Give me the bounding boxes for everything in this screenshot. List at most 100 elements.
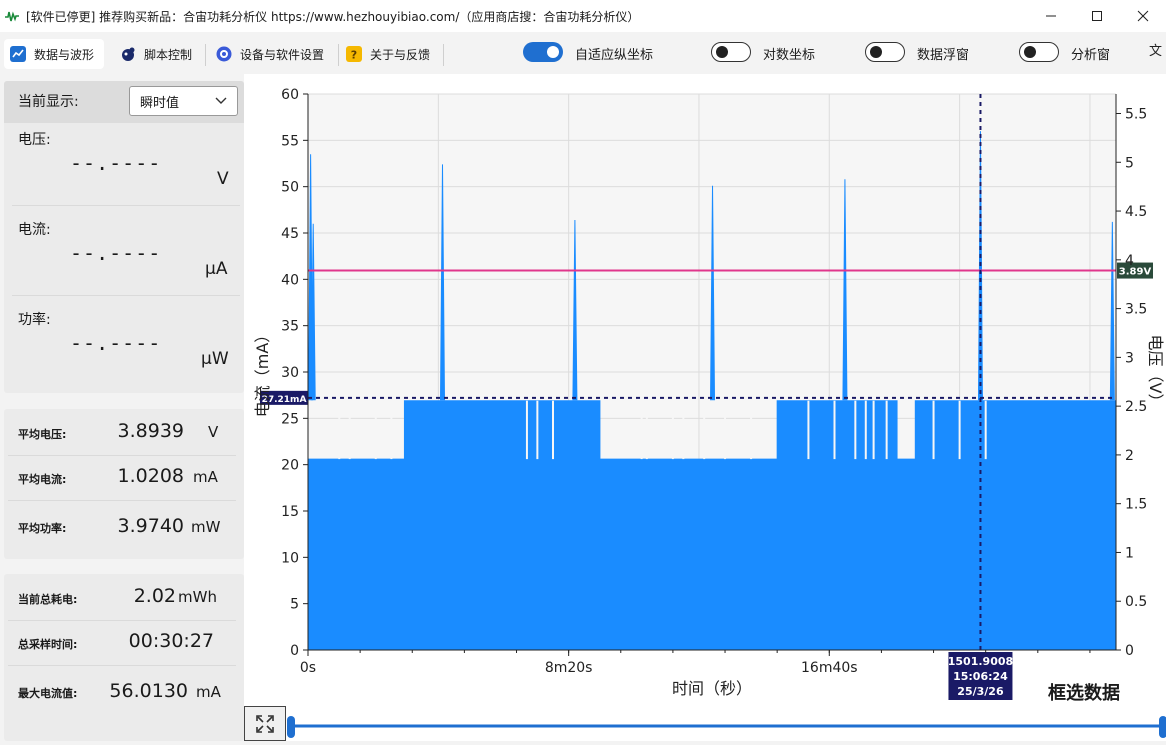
toolbar-separator xyxy=(338,44,339,66)
y-right-tick-label: 3 xyxy=(1125,350,1134,366)
divider xyxy=(12,205,240,206)
current-value: --.---- xyxy=(70,241,162,265)
total-energy-unit: mWh xyxy=(178,588,217,606)
minimize-icon xyxy=(1046,15,1056,17)
log-scale-toggle[interactable] xyxy=(711,42,751,62)
y-axis-label: 电流（mA） xyxy=(253,327,272,418)
display-mode-value: 瞬时值 xyxy=(140,95,180,111)
toolbar: 数据与波形 脚本控制 设备与软件设置 ? 关于与反馈 自适应纵坐标 对数坐标 数… xyxy=(0,32,1166,74)
data-float-toggle[interactable] xyxy=(865,42,905,62)
totals-panel: 当前总耗电: 2.02 mWh 总采样时间: 00:30:27 最大电流值: 5… xyxy=(4,574,244,741)
y-tick-label: 40 xyxy=(281,272,299,288)
voltage-value: --.---- xyxy=(70,151,162,175)
range-select-button[interactable]: 框选数据 xyxy=(1048,679,1120,705)
y-tick-label: 30 xyxy=(281,365,299,381)
y-right-tick-label: 1.5 xyxy=(1125,497,1147,513)
analysis-window-label: 分析窗 xyxy=(1071,48,1111,63)
max-current-label: 最大电流值: xyxy=(18,687,78,700)
voltage-label: 电压: xyxy=(18,132,51,148)
tab-data-waveform[interactable]: 数据与波形 xyxy=(4,39,104,69)
tab-label: 数据与波形 xyxy=(34,47,95,62)
y-right-tick-label: 5 xyxy=(1125,155,1134,171)
y-right-tick-label: 3.5 xyxy=(1125,302,1147,318)
avg-current-value: 1.0208 xyxy=(117,465,184,487)
current-unit: μA xyxy=(205,259,228,279)
log-scale-label: 对数坐标 xyxy=(763,48,816,63)
divider xyxy=(8,620,236,621)
y-tick-label: 55 xyxy=(281,133,299,149)
tab-script-control[interactable]: 脚本控制 xyxy=(114,39,200,69)
voltage-marker-label: 3.89V xyxy=(1119,267,1152,278)
tab-label: 关于与反馈 xyxy=(370,47,431,62)
y-tick-label: 5 xyxy=(290,597,299,613)
y-tick-label: 0 xyxy=(290,643,299,659)
gear-icon xyxy=(216,46,232,62)
avg-current-unit: mA xyxy=(193,468,218,486)
tab-device-settings[interactable]: 设备与软件设置 xyxy=(210,39,334,69)
display-mode-select[interactable]: 瞬时值 xyxy=(129,86,238,116)
waveform-chart-area[interactable]: 27.21mA 3.89V 1501.9008 15:06:24 25/3/26 051… xyxy=(244,74,1166,741)
window-title: [软件已停更] 推荐购买新品：合宙功耗分析仪 https://www.hezho… xyxy=(26,9,640,24)
y-tick-label: 25 xyxy=(281,411,299,427)
range-slider-handle-right xyxy=(1159,716,1166,738)
tab-about-feedback[interactable]: ? 关于与反馈 xyxy=(340,39,440,69)
y-right-tick-label: 2 xyxy=(1125,448,1134,464)
max-current-unit: mA xyxy=(196,683,221,701)
total-energy-value: 2.02 xyxy=(133,585,176,607)
y-right-tick-label: 0.5 xyxy=(1125,594,1147,610)
title-bar: [软件已停更] 推荐购买新品：合宙功耗分析仪 https://www.hezho… xyxy=(0,0,1166,32)
cursor-label: 1501.9008 xyxy=(948,655,1013,668)
toggle-knob xyxy=(547,46,559,58)
divider xyxy=(8,665,236,666)
fullscreen-button[interactable] xyxy=(244,706,286,741)
y-right-tick-label: 0 xyxy=(1125,643,1134,659)
divider xyxy=(12,295,240,296)
script-icon xyxy=(120,46,136,62)
toolbar-separator xyxy=(205,44,206,66)
y-tick-label: 35 xyxy=(281,319,299,335)
chevron-down-icon xyxy=(215,97,227,104)
maximize-icon xyxy=(1092,11,1102,21)
cursor-label: 25/3/26 xyxy=(957,685,1004,698)
tab-label: 脚本控制 xyxy=(144,47,193,62)
minimize-button[interactable] xyxy=(1028,0,1074,32)
avg-power-value: 3.9740 xyxy=(117,515,184,537)
power-value: --.---- xyxy=(70,331,162,355)
y-right-tick-label: 1 xyxy=(1125,545,1134,561)
question-icon: ? xyxy=(346,46,362,62)
analysis-window-toggle[interactable] xyxy=(1019,42,1059,62)
avg-voltage-unit: V xyxy=(208,423,219,441)
total-time-label: 总采样时间: xyxy=(18,638,78,651)
maximize-button[interactable] xyxy=(1074,0,1120,32)
max-current-value: 56.0130 xyxy=(109,680,188,702)
y-tick-label: 15 xyxy=(281,504,299,520)
y-right-tick-label: 4.5 xyxy=(1125,204,1147,220)
waveform-chart[interactable]: 27.21mA3.89V1501.900815:06:2425/3/26 051… xyxy=(244,74,1166,741)
avg-power-label: 平均功率: xyxy=(18,522,67,535)
current-label: 电流: xyxy=(18,222,51,238)
toggle-knob xyxy=(1024,46,1036,58)
total-energy-label: 当前总耗电: xyxy=(18,593,78,606)
app-logo-icon xyxy=(5,11,19,22)
translate-icon[interactable]: 文 xyxy=(1148,42,1166,62)
adaptive-y-toggle[interactable] xyxy=(523,42,563,62)
svg-text:?: ? xyxy=(351,49,357,62)
tab-label: 设备与软件设置 xyxy=(240,47,325,62)
close-icon xyxy=(1137,10,1149,22)
y-tick-label: 45 xyxy=(281,226,299,242)
x-tick-label: 8m20s xyxy=(545,660,593,676)
x-axis-label: 时间（秒） xyxy=(672,679,752,698)
voltage-unit: V xyxy=(217,169,229,189)
toggle-knob xyxy=(716,46,728,58)
toolbar-separator xyxy=(443,44,444,66)
y-right-axis-label: 电压（V） xyxy=(1146,335,1165,410)
divider xyxy=(8,455,236,456)
avg-current-label: 平均电流: xyxy=(18,473,67,486)
realtime-panel: 当前显示: 瞬时值 电压: --.---- V 电流: --.---- μA 功… xyxy=(4,81,244,393)
close-button[interactable] xyxy=(1120,0,1166,32)
y-right-tick-label: 4 xyxy=(1125,253,1134,269)
current-display-label: 当前显示: xyxy=(18,94,79,110)
y-right-tick-label: 5.5 xyxy=(1125,107,1147,123)
svg-text:文: 文 xyxy=(1149,44,1162,59)
y-tick-label: 10 xyxy=(281,550,299,566)
